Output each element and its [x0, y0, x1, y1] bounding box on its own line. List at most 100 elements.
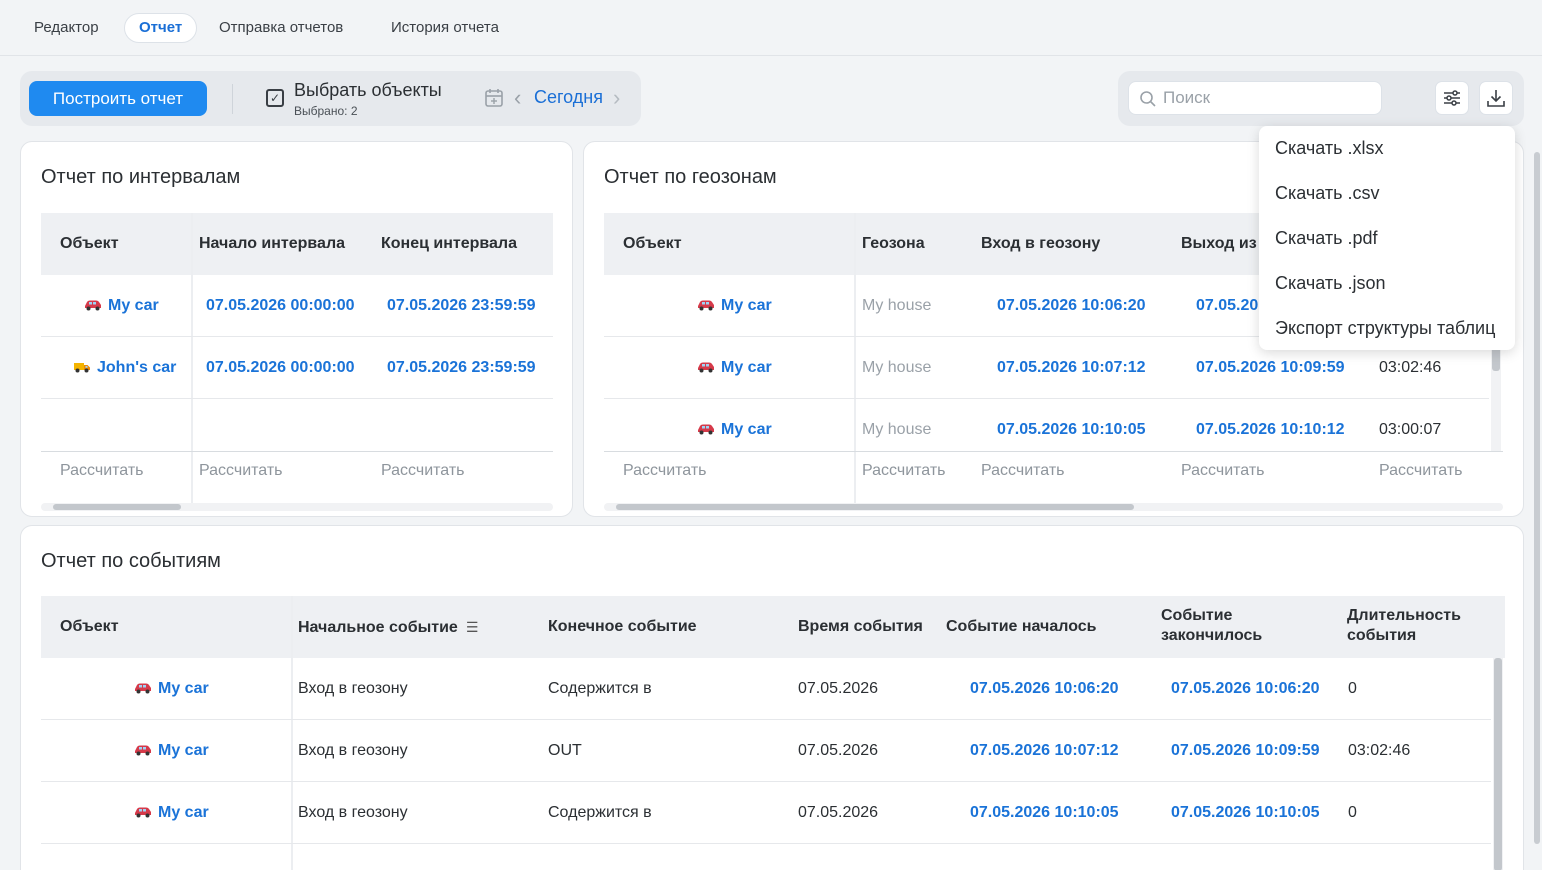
event-ended-link[interactable]: 07.05.2026 10:06:20 — [1171, 658, 1320, 720]
col-start-event[interactable]: Начальное событие ☰ — [298, 596, 478, 658]
calculate-button[interactable]: Рассчитать — [1181, 453, 1265, 489]
calculate-button[interactable]: Рассчитать — [199, 453, 283, 489]
event-date-value: 07.05.2026 — [798, 680, 879, 697]
event-ended-link[interactable]: 07.05.2026 10:10:05 — [1171, 782, 1320, 844]
calculate-button[interactable]: Рассчитать — [1379, 453, 1463, 489]
duration-value: 03:02:46 — [1348, 742, 1411, 759]
selected-count: Выбрано: 2 — [294, 104, 358, 118]
interval-start-link[interactable]: 07.05.2026 00:00:00 — [206, 275, 355, 337]
duration-value: 0 — [1348, 680, 1357, 697]
object-link[interactable]: My car — [134, 720, 209, 782]
red-car-icon — [697, 361, 715, 373]
menu-item-download-xlsx[interactable]: Скачать .xlsx — [1275, 133, 1384, 163]
sliders-icon — [1444, 90, 1460, 106]
col-interval-start[interactable]: Начало интервала — [199, 213, 345, 275]
scrollbar-thumb[interactable] — [616, 504, 1134, 510]
col-event-ended[interactable]: Событие закончилось — [1161, 596, 1311, 658]
menu-item-download-json[interactable]: Скачать .json — [1275, 268, 1386, 298]
vertical-scrollbar[interactable] — [1493, 658, 1503, 870]
red-car-icon — [134, 806, 152, 818]
col-interval-end[interactable]: Конец интервала — [381, 213, 517, 275]
interval-end-link[interactable]: 07.05.2026 23:59:59 — [387, 337, 536, 399]
sort-icon[interactable]: ☰ — [466, 619, 479, 635]
object-link[interactable]: John's car — [73, 337, 176, 399]
object-link[interactable]: My car — [697, 337, 772, 399]
tab-editor[interactable]: Редактор — [20, 13, 113, 43]
chevron-left-icon[interactable]: ‹ — [514, 85, 521, 111]
table-row[interactable]: John's car 07.05.2026 00:00:00 07.05.202… — [41, 337, 553, 399]
col-geozone[interactable]: Геозона — [862, 213, 925, 275]
red-car-icon — [134, 744, 152, 756]
horizontal-scrollbar[interactable] — [41, 503, 553, 511]
scrollbar-thumb[interactable] — [1494, 658, 1502, 870]
calculate-button[interactable]: Рассчитать — [981, 453, 1065, 489]
object-link[interactable]: My car — [697, 275, 772, 337]
calculate-button[interactable]: Рассчитать — [862, 453, 946, 489]
col-geozone-exit[interactable]: Выход из — [1181, 213, 1257, 275]
event-date-value: 07.05.2026 — [798, 804, 879, 821]
divider — [41, 451, 553, 452]
geozone-exit-link[interactable]: 07.05.20 — [1196, 275, 1258, 337]
col-object[interactable]: Объект — [60, 213, 119, 275]
geozone-name: My house — [862, 359, 932, 376]
red-car-icon — [697, 299, 715, 311]
interval-start-link[interactable]: 07.05.2026 00:00:00 — [206, 337, 355, 399]
event-began-link[interactable]: 07.05.2026 10:06:20 — [970, 658, 1119, 720]
date-period-label[interactable]: Сегодня — [534, 87, 603, 108]
geozone-report-title: Отчет по геозонам — [604, 166, 777, 188]
geozone-name: My house — [862, 297, 932, 314]
col-event-began[interactable]: Событие началось — [946, 596, 1097, 658]
geozone-enter-link[interactable]: 07.05.2026 10:07:12 — [997, 337, 1146, 399]
search-input[interactable] — [1163, 86, 1373, 110]
interval-end-link[interactable]: 07.05.2026 23:59:59 — [387, 275, 536, 337]
menu-item-download-pdf[interactable]: Скачать .pdf — [1275, 223, 1378, 253]
table-header: Объект Начальное событие ☰ Конечное событ… — [41, 596, 1505, 658]
tab-report-history[interactable]: История отчета — [377, 13, 513, 43]
calculate-button[interactable]: Рассчитать — [60, 453, 144, 489]
calculate-button[interactable]: Рассчитать — [623, 453, 707, 489]
object-link[interactable]: My car — [84, 275, 159, 337]
select-objects-label: Выбрать объекты — [294, 80, 442, 100]
report-actions-bar — [1118, 71, 1524, 126]
geozone-enter-link[interactable]: 07.05.2026 10:06:20 — [997, 275, 1146, 337]
event-table: Объект Начальное событие ☰ Конечное событ… — [41, 596, 1505, 870]
start-event-value: Вход в геозону — [298, 680, 408, 697]
table-row[interactable]: My car 07.05.2026 00:00:00 07.05.2026 23… — [41, 275, 553, 337]
tab-report-sending[interactable]: Отправка отчетов — [205, 13, 357, 43]
end-event-value: OUT — [548, 742, 582, 759]
settings-button[interactable] — [1435, 81, 1469, 115]
object-link[interactable]: My car — [134, 782, 209, 844]
event-began-link[interactable]: 07.05.2026 10:10:05 — [970, 782, 1119, 844]
table-row[interactable]: My car Вход в геозону OUT 07.05.2026 07.… — [41, 720, 1491, 782]
build-report-button[interactable]: Построить отчет — [29, 81, 207, 116]
calculate-button[interactable]: Рассчитать — [381, 453, 465, 489]
page-scrollbar[interactable] — [1532, 140, 1542, 855]
col-object[interactable]: Объект — [623, 213, 682, 275]
yellow-truck-icon — [73, 361, 91, 373]
checkbox-icon: ✓ — [266, 89, 284, 107]
start-event-value: Вход в геозону — [298, 742, 408, 759]
table-header: Объект Начало интервала Конец интервала — [41, 213, 553, 275]
table-row[interactable]: My car Вход в геозону Содержится в 07.05… — [41, 658, 1491, 720]
event-date-value: 07.05.2026 — [798, 742, 879, 759]
scrollbar-thumb[interactable] — [53, 504, 181, 510]
download-button[interactable] — [1479, 81, 1513, 115]
report-toolbar: Построить отчет ✓ Выбрать объекты Выбран… — [20, 71, 641, 126]
col-end-event[interactable]: Конечное событие — [548, 596, 697, 658]
horizontal-scrollbar[interactable] — [604, 503, 1503, 511]
scrollbar-thumb[interactable] — [1534, 152, 1540, 844]
col-event-time[interactable]: Время события — [798, 596, 923, 658]
col-event-duration[interactable]: Длительность события — [1347, 596, 1497, 658]
chevron-right-icon[interactable]: › — [613, 85, 620, 111]
calendar-icon[interactable] — [485, 88, 503, 108]
col-geozone-enter[interactable]: Вход в геозону — [981, 213, 1100, 275]
col-object[interactable]: Объект — [60, 596, 119, 658]
red-car-icon — [134, 682, 152, 694]
tab-report[interactable]: Отчет — [124, 13, 198, 43]
event-ended-link[interactable]: 07.05.2026 10:09:59 — [1171, 720, 1320, 782]
menu-item-export-table-structure[interactable]: Экспорт структуры таблиц — [1275, 313, 1495, 343]
table-row[interactable]: My car Вход в геозону Содержится в 07.05… — [41, 782, 1491, 844]
object-link[interactable]: My car — [134, 658, 209, 720]
event-began-link[interactable]: 07.05.2026 10:07:12 — [970, 720, 1119, 782]
menu-item-download-csv[interactable]: Скачать .csv — [1275, 178, 1380, 208]
